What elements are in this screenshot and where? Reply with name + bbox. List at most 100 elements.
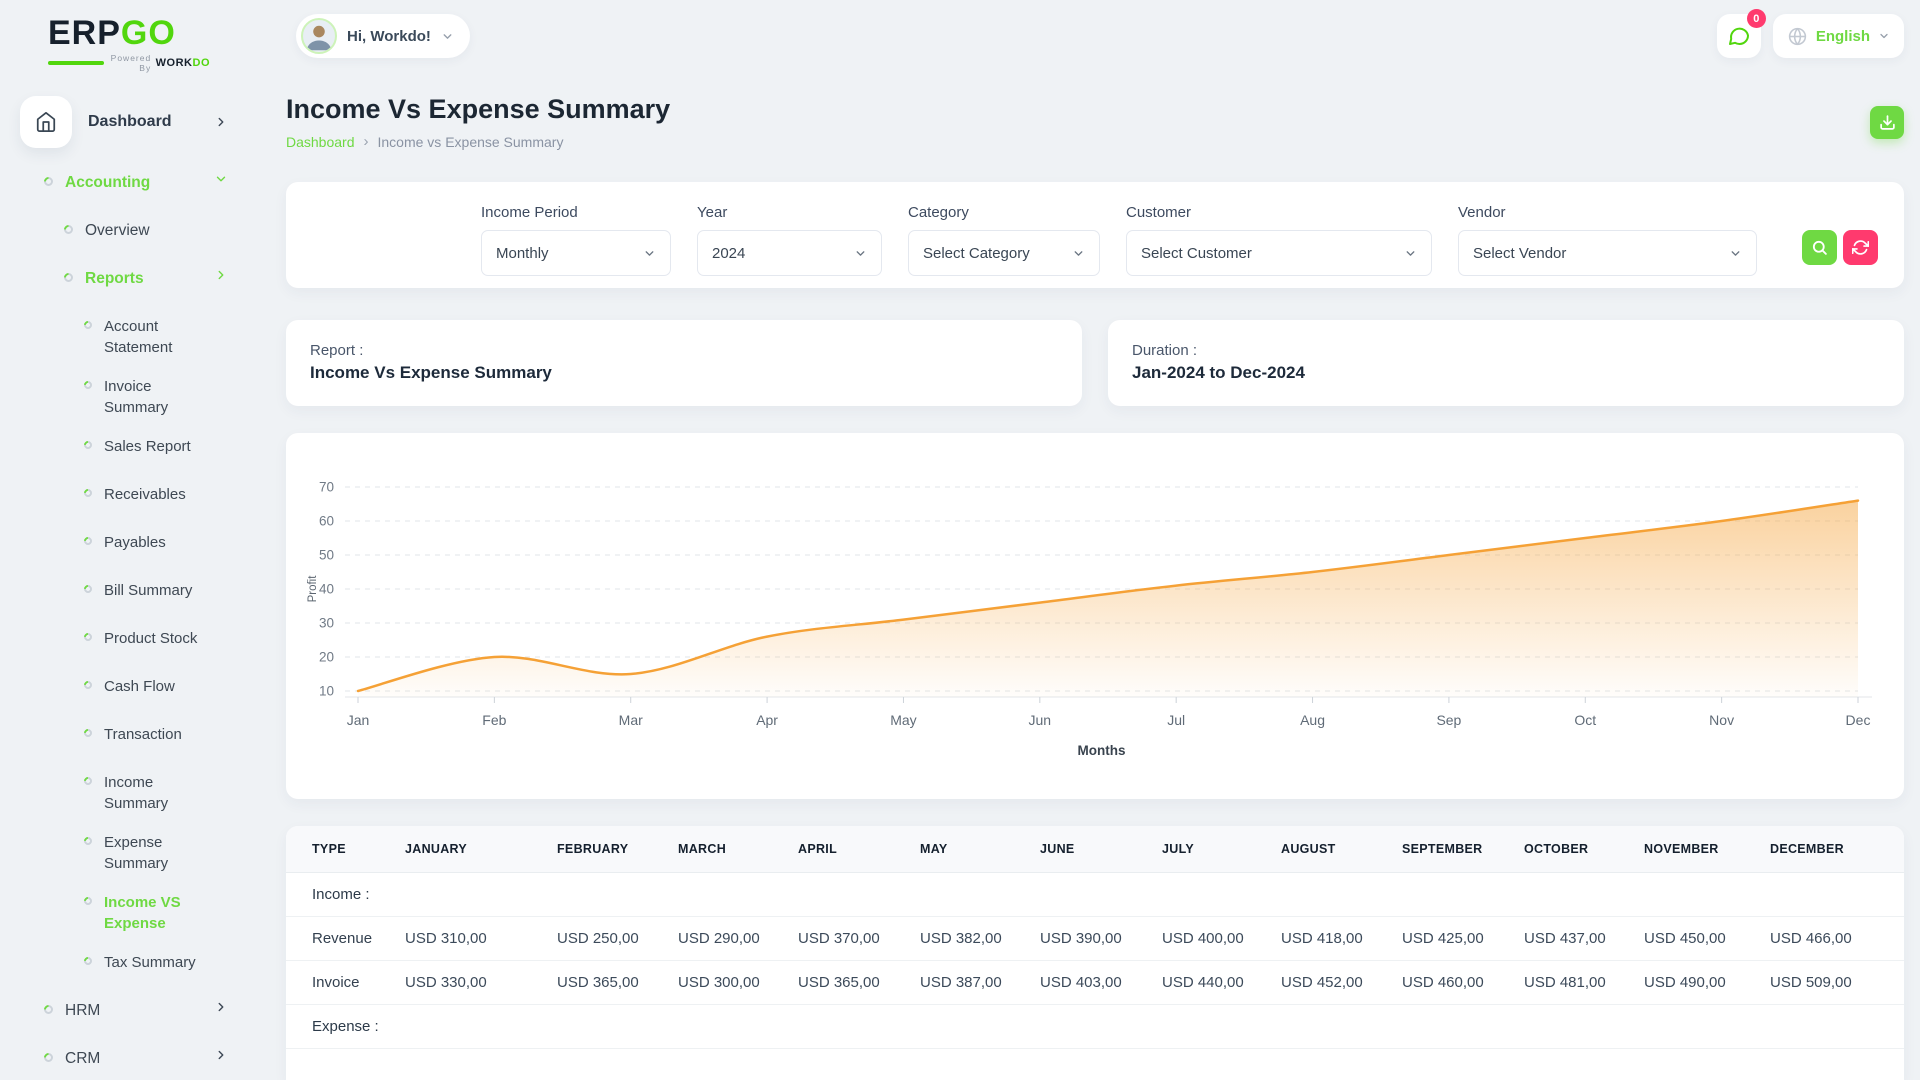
amount-cell: USD 452,00 — [1273, 961, 1394, 1005]
bullet-icon — [82, 835, 93, 846]
avatar — [301, 18, 337, 54]
sidebar-item-overview[interactable]: Overview — [0, 220, 286, 250]
sidebar-item-tax-summary[interactable]: Tax Summary — [0, 952, 286, 982]
page-title: Income Vs Expense Summary — [286, 94, 670, 125]
sidebar-item-expense-summary[interactable]: Expense Summary — [0, 832, 286, 874]
section-label: Expense : — [286, 1005, 1904, 1049]
svg-text:Dec: Dec — [1846, 712, 1871, 728]
sidebar-item-hrm[interactable]: HRM — [0, 1000, 286, 1030]
amount-cell: USD 437,00 — [1516, 917, 1636, 961]
bullet-icon — [82, 631, 93, 642]
svg-text:Months: Months — [1078, 743, 1126, 758]
table-column-header: NOVEMBER — [1636, 826, 1762, 873]
chat-icon — [1727, 24, 1751, 48]
sidebar-item-dashboard[interactable]: Dashboard — [0, 94, 286, 150]
powered-by-text: Powered By — [104, 53, 151, 73]
amount-cell: USD 365,00 — [549, 961, 670, 1005]
sidebar-item-income-summary[interactable]: Income Summary — [0, 772, 286, 814]
sidebar-item-payables[interactable]: Payables — [0, 532, 286, 562]
svg-text:Aug: Aug — [1300, 712, 1325, 728]
filter-select-category[interactable]: Select Category — [908, 230, 1100, 276]
bullet-icon — [42, 175, 55, 188]
sidebar-item-invoice-summary[interactable]: Invoice Summary — [0, 376, 286, 418]
svg-text:10: 10 — [319, 684, 334, 699]
amount-cell: USD 481,00 — [1516, 961, 1636, 1005]
sidebar-item-income-vs-expense[interactable]: Income VS Expense — [0, 892, 286, 934]
download-button[interactable] — [1870, 106, 1904, 139]
table-column-header: OCTOBER — [1516, 826, 1636, 873]
table-column-header: MARCH — [670, 826, 790, 873]
svg-text:Profit: Profit — [307, 575, 319, 603]
page-header: Income Vs Expense Summary Dashboard › In… — [286, 94, 1904, 150]
amount-cell: USD 290,00 — [670, 917, 790, 961]
sidebar-item-label: Reports — [85, 268, 144, 289]
user-menu[interactable]: Hi, Workdo! — [296, 14, 470, 58]
filter-select-vendor[interactable]: Select Vendor — [1458, 230, 1757, 276]
svg-text:Sep: Sep — [1436, 712, 1461, 728]
notifications-button[interactable]: 0 — [1717, 14, 1761, 58]
sidebar-item-label: Accounting — [65, 172, 150, 193]
income-expense-table-card: TYPEJANUARYFEBRUARYMARCHAPRILMAYJUNEJULY… — [286, 826, 1904, 1080]
sidebar-item-label: Dashboard — [88, 113, 172, 131]
sidebar-item-transaction[interactable]: Transaction — [0, 724, 286, 754]
table-data-row-revenue: RevenueUSD 310,00USD 250,00USD 290,00USD… — [286, 917, 1904, 961]
sidebar-item-crm[interactable]: CRM — [0, 1048, 286, 1078]
table-column-header: JUNE — [1032, 826, 1154, 873]
amount-cell: USD 370,00 — [790, 917, 912, 961]
row-type-label: Revenue — [286, 917, 397, 961]
download-icon — [1879, 114, 1896, 131]
sidebar-item-cash-flow[interactable]: Cash Flow — [0, 676, 286, 706]
income-expense-table: TYPEJANUARYFEBRUARYMARCHAPRILMAYJUNEJULY… — [286, 826, 1904, 1049]
bullet-icon — [82, 775, 93, 786]
filter-field-year: Year 2024 — [697, 204, 882, 288]
selected-value: Select Category — [923, 245, 1072, 262]
sidebar-item-sales-report[interactable]: Sales Report — [0, 436, 286, 466]
sidebar-item-account-statement[interactable]: Account Statement — [0, 316, 286, 358]
svg-text:70: 70 — [319, 480, 334, 495]
bullet-icon — [62, 223, 75, 236]
section-label: Income : — [286, 873, 1904, 917]
bullet-icon — [82, 727, 93, 738]
filter-select-year[interactable]: 2024 — [697, 230, 882, 276]
sidebar-item-label: Receivables — [104, 484, 186, 505]
selected-value: 2024 — [712, 245, 854, 262]
chevron-down-icon — [1878, 30, 1890, 42]
language-selector[interactable]: English — [1773, 14, 1904, 58]
svg-text:Feb: Feb — [482, 712, 506, 728]
income-expense-chart: 10203040506070JanFebMarAprMayJunJulAugSe… — [286, 433, 1904, 799]
filter-select-income-period[interactable]: Monthly — [481, 230, 671, 276]
table-data-row-invoice: InvoiceUSD 330,00USD 365,00USD 300,00USD… — [286, 961, 1904, 1005]
svg-text:Oct: Oct — [1574, 712, 1596, 728]
sidebar-item-bill-summary[interactable]: Bill Summary — [0, 580, 286, 610]
sidebar-item-receivables[interactable]: Receivables — [0, 484, 286, 514]
chevron-down-icon — [643, 247, 656, 260]
bullet-icon — [82, 319, 93, 330]
filter-field-customer: Customer Select Customer — [1126, 204, 1432, 288]
table-column-header: APRIL — [790, 826, 912, 873]
table-column-header: JULY — [1154, 826, 1273, 873]
filter-field-income-period: Income Period Monthly — [481, 204, 671, 288]
table-column-header: AUGUST — [1273, 826, 1394, 873]
amount-cell: USD 450,00 — [1636, 917, 1762, 961]
sidebar-item-accounting[interactable]: Accounting — [0, 172, 286, 202]
apply-filter-button[interactable] — [1802, 230, 1837, 265]
sidebar-item-product-stock[interactable]: Product Stock — [0, 628, 286, 658]
row-type-label: Invoice — [286, 961, 397, 1005]
sidebar-item-reports[interactable]: Reports — [0, 268, 286, 298]
sidebar-item-label: Income Summary — [104, 772, 212, 814]
greeting-label: Hi, Workdo! — [347, 28, 431, 45]
chevron-down-icon — [214, 172, 228, 186]
filter-select-customer[interactable]: Select Customer — [1126, 230, 1432, 276]
svg-text:50: 50 — [319, 548, 334, 563]
table-column-header: JANUARY — [397, 826, 549, 873]
breadcrumb-dashboard-link[interactable]: Dashboard — [286, 134, 355, 150]
amount-cell: USD 418,00 — [1273, 917, 1394, 961]
chevron-down-icon — [1072, 247, 1085, 260]
home-icon — [35, 111, 57, 133]
sidebar-item-label: Product Stock — [104, 628, 197, 649]
main-area: Hi, Workdo! 0 English Income Vs Expense … — [286, 0, 1920, 1080]
reset-filter-button[interactable] — [1843, 230, 1878, 265]
amount-cell: USD 300,00 — [670, 961, 790, 1005]
sidebar-item-label: Invoice Summary — [104, 376, 212, 418]
sidebar-item-label: Expense Summary — [104, 832, 212, 874]
